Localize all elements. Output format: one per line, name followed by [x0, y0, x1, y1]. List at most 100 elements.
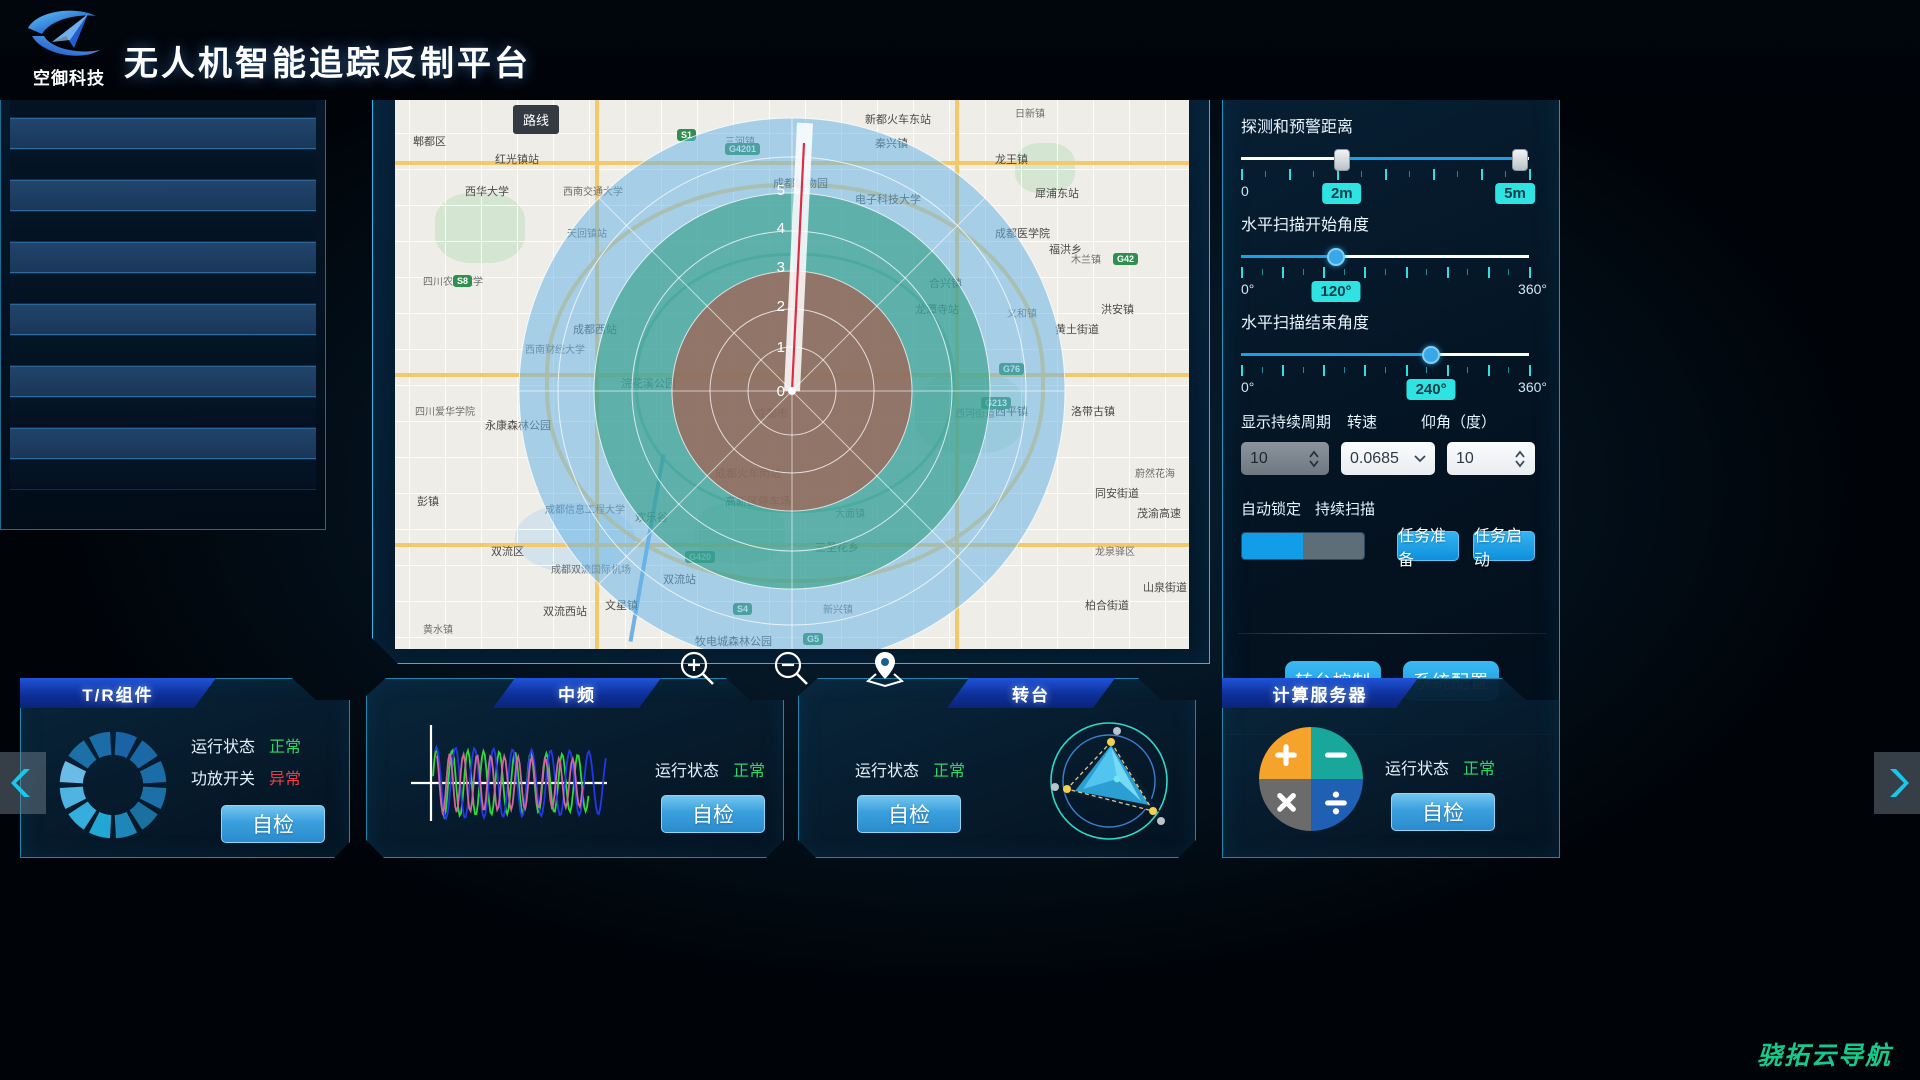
table-row[interactable]: [10, 459, 316, 490]
h-start-angle-label: 水平扫描开始角度: [1241, 217, 1370, 234]
map-view[interactable]: 郫都区新都火车东站日新镇龙王镇秦兴镇三河镇西华大学红光镇站西南交通大学成都植物园…: [395, 73, 1189, 649]
h-start-angle-slider[interactable]: 0° 360° 120°: [1241, 245, 1543, 307]
slider-handle[interactable]: [1327, 248, 1345, 266]
if-selfcheck-button[interactable]: 自检: [661, 795, 765, 833]
task-prepare-button[interactable]: 任务准备: [1397, 531, 1459, 561]
target-list-scrollbar[interactable]: [1909, 56, 1916, 518]
table-row[interactable]: [10, 211, 316, 242]
slider-tick: [1467, 269, 1468, 275]
distance-low-value: 2m: [1322, 183, 1362, 204]
slider-tick: [1282, 267, 1284, 278]
toggle-on-half[interactable]: [1242, 533, 1303, 559]
table-row[interactable]: [10, 180, 316, 211]
slider-tick: [1282, 365, 1284, 376]
slider-tick: [1409, 171, 1410, 177]
chevron-right-icon[interactable]: [1884, 766, 1910, 800]
slider-tick: [1323, 267, 1325, 278]
period-stepper[interactable]: 10: [1241, 442, 1329, 475]
prev-page-button[interactable]: [0, 752, 46, 814]
waveform-icon: [407, 721, 639, 831]
slider-tick: [1313, 171, 1314, 177]
slider-tick: [1303, 269, 1304, 275]
slider-tick: [1488, 365, 1490, 376]
turntable-run-status-row: 运行状态 正常: [855, 757, 965, 781]
if-run-status-row: 运行状态 正常: [655, 757, 765, 781]
slider-fill: [1241, 353, 1431, 356]
stepper-arrows-icon[interactable]: [1514, 449, 1526, 469]
if-run-status-label: 运行状态: [655, 763, 720, 780]
elevation-label: 仰角（度）: [1421, 414, 1497, 431]
if-run-status-value: 正常: [733, 763, 766, 780]
slider-tick: [1361, 171, 1362, 177]
toggles-section: 自动锁定 持续扫描 任务准备 任务启动: [1241, 498, 1543, 561]
zoom-in-icon[interactable]: [677, 648, 717, 688]
detection-distance-label: 探测和预警距离: [1241, 119, 1354, 136]
slider-fill: [1342, 157, 1521, 160]
watermark: 骁拓云导航: [1756, 1042, 1892, 1070]
zoom-out-icon[interactable]: [771, 648, 811, 688]
autolock-label: 自动锁定: [1241, 501, 1302, 518]
compute-selfcheck-button[interactable]: 自检: [1391, 793, 1495, 831]
h-end-angle-section: 水平扫描结束角度 0° 360° 240°: [1241, 309, 1543, 405]
radar-overlay: 0 1 2 3 4 5: [395, 73, 1189, 649]
table-row[interactable]: [10, 273, 316, 304]
slider-tick: [1241, 169, 1243, 180]
radar-scale-3: 3: [777, 259, 785, 276]
slider-tick: [1385, 367, 1386, 373]
table-row[interactable]: [10, 335, 316, 366]
table-row[interactable]: [10, 304, 316, 335]
slider-tick: [1241, 267, 1243, 278]
autolock-contscan-toggle[interactable]: [1241, 532, 1365, 560]
speed-select[interactable]: 0.0685: [1341, 442, 1435, 475]
if-status-block: 运行状态 正常 自检: [655, 757, 765, 833]
map-pin-icon[interactable]: [865, 648, 905, 688]
route-tooltip: 路线: [513, 105, 559, 134]
next-page-button[interactable]: [1874, 752, 1920, 814]
radar-scale-0: 0: [777, 383, 785, 400]
slider-handle-low[interactable]: [1334, 149, 1350, 171]
toggle-off-half[interactable]: [1303, 533, 1364, 559]
slider-handle[interactable]: [1422, 346, 1440, 364]
target-table-body[interactable]: [10, 56, 316, 518]
tr-selfcheck-button[interactable]: 自检: [221, 805, 325, 843]
radar-scale-2: 2: [777, 298, 785, 315]
slider-tick: [1241, 365, 1243, 376]
h-end-angle-slider[interactable]: 0° 360° 240°: [1241, 343, 1543, 405]
slider-tick: [1529, 169, 1531, 180]
h-end-min-label: 0°: [1241, 379, 1255, 395]
h-start-max-label: 360°: [1518, 281, 1547, 297]
slider-tick: [1433, 169, 1435, 180]
table-row[interactable]: [10, 397, 316, 428]
calculator-quadrant-icon: [1259, 727, 1363, 831]
turntable-selfcheck-button[interactable]: 自检: [857, 795, 961, 833]
slider-tick: [1467, 367, 1468, 373]
tr-module-panel: T/R组件 运行状态 正常 功放开关 异常 自检: [20, 678, 350, 858]
detection-distance-slider[interactable]: 0 2m 5m: [1241, 147, 1543, 209]
slider-tick: [1364, 365, 1366, 376]
chevron-down-icon[interactable]: [1414, 454, 1426, 463]
distance-high-value: 5m: [1495, 183, 1535, 204]
slider-ticks: [1241, 169, 1529, 181]
elevation-stepper[interactable]: 10: [1447, 442, 1535, 475]
slider-tick: [1447, 365, 1449, 376]
table-row[interactable]: [10, 149, 316, 180]
h-start-angle-section: 水平扫描开始角度 0° 360° 120°: [1241, 211, 1543, 307]
slider-handle-high[interactable]: [1512, 149, 1528, 171]
table-row[interactable]: [10, 242, 316, 273]
slider-fill: [1241, 255, 1336, 258]
h-end-value: 240°: [1407, 379, 1456, 400]
slider-tick: [1265, 171, 1266, 177]
table-row[interactable]: [10, 366, 316, 397]
chevron-left-icon[interactable]: [10, 766, 36, 800]
task-start-button[interactable]: 任务启动: [1473, 531, 1535, 561]
detection-distance-section: 探测和预警距离 0 2m 5m: [1241, 113, 1543, 209]
table-row[interactable]: [10, 428, 316, 459]
radar-scale-4: 4: [777, 220, 785, 237]
slider-tick: [1385, 269, 1386, 275]
slider-tick: [1529, 365, 1531, 376]
slider-tick: [1289, 169, 1291, 180]
table-row[interactable]: [10, 118, 316, 149]
stepper-arrows-icon[interactable]: [1308, 449, 1320, 469]
compute-run-status-row: 运行状态 正常: [1385, 755, 1495, 779]
h-start-min-label: 0°: [1241, 281, 1255, 297]
